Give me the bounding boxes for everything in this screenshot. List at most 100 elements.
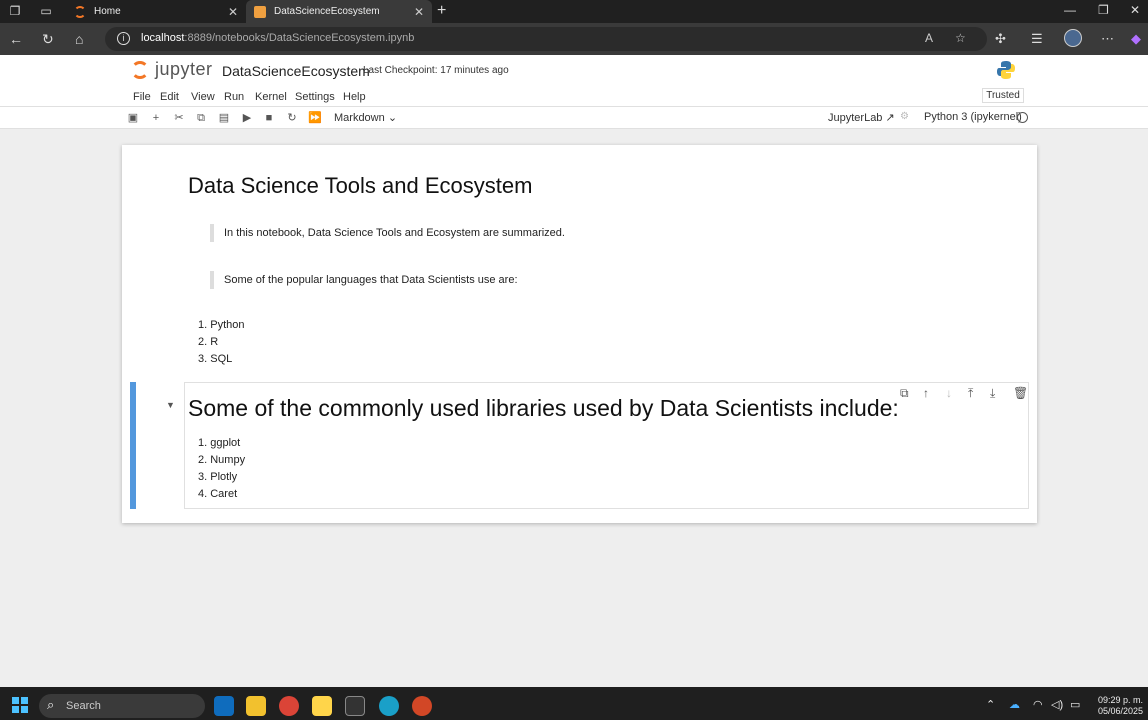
intro-blockquote: In this notebook, Data Science Tools and… xyxy=(210,224,565,242)
close-tab-icon[interactable]: ✕ xyxy=(228,5,238,19)
jupyter-wordmark: jupyter xyxy=(155,59,213,79)
url-field[interactable]: i localhost:8889/notebooks/DataScienceEc… xyxy=(105,27,987,51)
outlook-icon[interactable] xyxy=(214,696,234,716)
extensions-icon[interactable]: ✣ xyxy=(995,31,1006,47)
battery-icon[interactable]: ▭ xyxy=(1070,698,1080,711)
menu-help[interactable]: Help xyxy=(343,91,366,103)
copy-icon[interactable]: ⧉ xyxy=(194,111,208,125)
delete-cell-icon[interactable]: 🗑 xyxy=(1013,386,1028,400)
favorites-icon[interactable]: ☰ xyxy=(1031,31,1043,47)
languages-blockquote: Some of the popular languages that Data … xyxy=(210,271,518,289)
cell-type-select[interactable]: Markdown ⌄ xyxy=(334,111,397,124)
wifi-icon[interactable]: ◠ xyxy=(1033,698,1043,711)
list-item: 3. SQL xyxy=(198,353,233,365)
list-item: 3. Plotly xyxy=(198,471,238,483)
jupyter-header: jupyter DataScienceEcosystem Last Checkp… xyxy=(0,55,1148,87)
jupyterlab-link[interactable]: JupyterLab ↗ xyxy=(828,111,895,124)
libraries-list: 1. ggplot 2. Numpy 3. Plotly 4. Caret xyxy=(198,435,245,503)
duplicate-cell-icon[interactable]: ⧉ xyxy=(900,386,909,401)
active-cell-indicator[interactable] xyxy=(130,382,136,509)
kernel-status-icon xyxy=(1017,112,1028,123)
external-link-icon: ↗ xyxy=(885,112,895,124)
file-explorer-icon[interactable] xyxy=(246,696,266,716)
workspaces-icon[interactable]: ❐ xyxy=(8,4,22,18)
close-window-icon[interactable]: ✕ xyxy=(1130,3,1140,17)
url-text[interactable]: localhost:8889/notebooks/DataScienceEcos… xyxy=(141,32,414,44)
notebook-toolbar: ▣ + ✂ ⧉ ▤ ▶ ■ ↻ ⏩ Markdown ⌄ JupyterLab … xyxy=(0,107,1148,129)
languages-list: 1. Python 2. R 3. SQL xyxy=(198,317,244,368)
stop-icon[interactable]: ■ xyxy=(262,111,276,125)
clock-date: 05/06/2025 xyxy=(1097,706,1143,716)
chrome-icon[interactable] xyxy=(279,696,299,716)
restore-icon[interactable]: ❐ xyxy=(1098,3,1109,17)
cut-icon[interactable]: ✂ xyxy=(172,111,186,125)
move-down-icon[interactable]: ↓ xyxy=(946,386,952,400)
list-item: 2. Numpy xyxy=(198,454,246,466)
more-menu-icon[interactable]: ⋯ xyxy=(1101,31,1114,47)
read-aloud-icon[interactable]: A xyxy=(925,31,933,45)
list-item: 1. ggplot xyxy=(198,437,241,449)
jupyter-favicon-icon xyxy=(74,5,86,18)
python-logo-icon xyxy=(997,61,1015,79)
system-clock[interactable]: 09:29 p. m. 05/06/2025 xyxy=(1091,695,1143,717)
powerpoint-icon[interactable] xyxy=(412,696,432,716)
restart-icon[interactable]: ↻ xyxy=(285,111,299,125)
save-icon[interactable]: ▣ xyxy=(126,111,140,125)
menu-edit[interactable]: Edit xyxy=(160,91,179,103)
clock-time: 09:29 p. m. xyxy=(1097,695,1143,705)
menu-kernel[interactable]: Kernel xyxy=(255,91,287,103)
gear-icon: ⚙ xyxy=(900,111,909,122)
copilot-icon[interactable]: ◆ xyxy=(1131,31,1141,47)
volume-icon[interactable]: ◁) xyxy=(1051,698,1063,711)
back-icon[interactable]: ← xyxy=(9,31,23,47)
sticky-notes-icon[interactable] xyxy=(312,696,332,716)
paste-icon[interactable]: ▤ xyxy=(217,111,231,125)
fast-forward-icon[interactable]: ⏩ xyxy=(308,111,322,125)
close-tab-icon[interactable]: ✕ xyxy=(414,5,424,19)
search-label: Search xyxy=(66,700,101,712)
tab-notebook[interactable]: DataScienceEcosystem ✕ xyxy=(246,0,432,23)
tab-home[interactable]: Home ✕ xyxy=(66,0,246,23)
refresh-icon[interactable]: ↻ xyxy=(42,31,54,48)
tab-actions-icon[interactable]: ▭ xyxy=(39,4,53,18)
libraries-heading: Some of the commonly used libraries used… xyxy=(188,395,899,421)
menu-bar: File Edit View Run Kernel Settings Help … xyxy=(0,87,1148,107)
show-hidden-icons[interactable]: ⌃ xyxy=(986,698,995,711)
home-icon[interactable]: ⌂ xyxy=(75,31,83,47)
notebook-heading: Data Science Tools and Ecosystem xyxy=(188,173,533,198)
insert-below-icon[interactable]: ⤓ xyxy=(990,386,995,401)
insert-above-icon[interactable]: ⤒ xyxy=(968,386,973,401)
minimize-icon[interactable]: — xyxy=(1064,3,1076,17)
notebook-panel: Data Science Tools and Ecosystem In this… xyxy=(122,145,1037,523)
tab-label: DataScienceEcosystem xyxy=(274,6,380,17)
menu-file[interactable]: File xyxy=(133,91,151,103)
list-item: 4. Caret xyxy=(198,488,238,500)
insert-cell-icon[interactable]: + xyxy=(149,111,163,125)
last-checkpoint: Last Checkpoint: 17 minutes ago xyxy=(363,65,509,76)
site-info-icon[interactable]: i xyxy=(117,32,130,45)
list-item: 2. R xyxy=(198,336,219,348)
trusted-indicator[interactable]: Trusted xyxy=(982,88,1024,103)
onedrive-icon[interactable]: ☁ xyxy=(1009,698,1020,711)
start-button[interactable] xyxy=(12,697,28,713)
taskbar: ⌕ Search ⌃ ☁ ◠ ◁) ▭ 09:29 p. m. 05/06/20… xyxy=(0,687,1148,720)
kernel-name[interactable]: Python 3 (ipykernel) xyxy=(924,111,1022,123)
new-tab-icon[interactable]: + xyxy=(437,2,446,20)
menu-view[interactable]: View xyxy=(191,91,215,103)
terminal-icon[interactable] xyxy=(345,696,365,716)
profile-avatar[interactable] xyxy=(1064,29,1082,47)
list-item: 1. Python xyxy=(198,319,245,331)
taskbar-search[interactable]: ⌕ Search xyxy=(39,694,205,718)
tab-label: Home xyxy=(94,6,121,17)
address-bar-row: ← ↻ ⌂ i localhost:8889/notebooks/DataSci… xyxy=(0,23,1148,55)
favorite-star-icon[interactable]: ☆ xyxy=(955,31,966,45)
notebook-favicon-icon xyxy=(254,5,266,18)
notebook-title[interactable]: DataScienceEcosystem xyxy=(222,63,370,79)
run-icon[interactable]: ▶ xyxy=(240,111,254,125)
collapse-heading-icon[interactable]: ▼ xyxy=(166,400,175,410)
menu-run[interactable]: Run xyxy=(224,91,244,103)
jupyter-logo[interactable]: jupyter xyxy=(131,59,213,80)
menu-settings[interactable]: Settings xyxy=(295,91,335,103)
edge-icon[interactable] xyxy=(379,696,399,716)
move-up-icon[interactable]: ↑ xyxy=(923,386,929,400)
